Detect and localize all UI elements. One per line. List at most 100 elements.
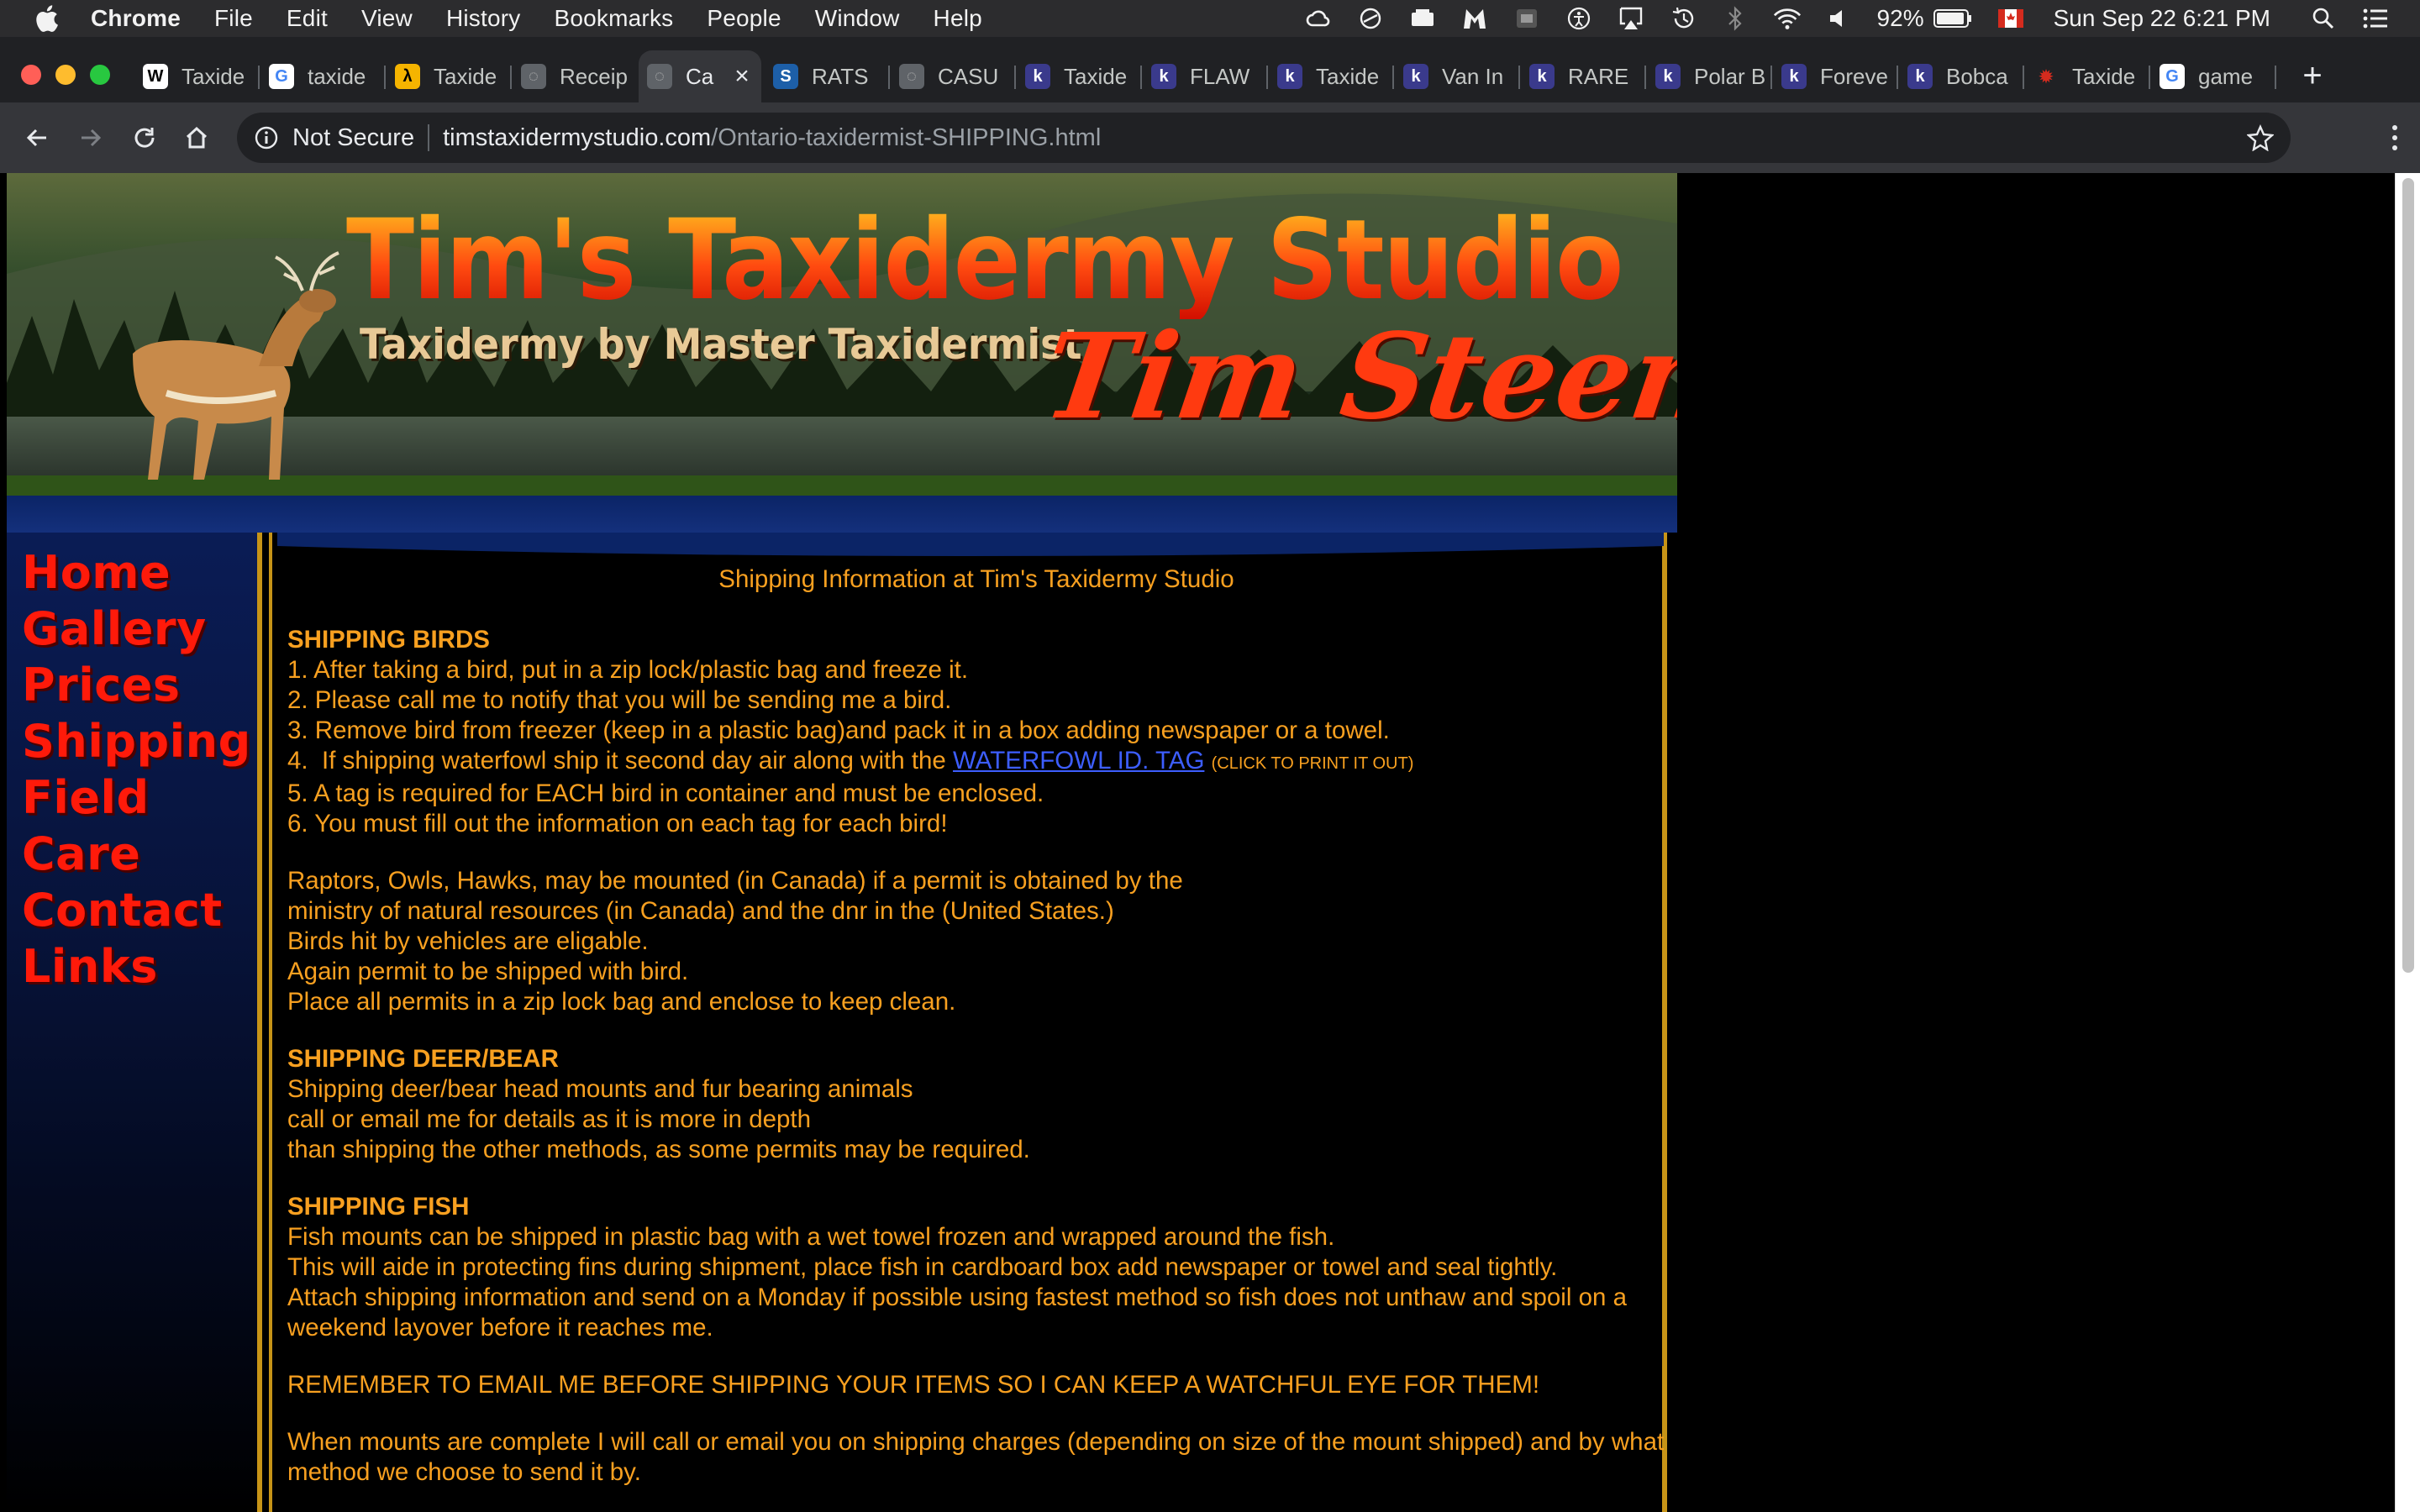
tab-separator (1897, 66, 1898, 89)
tab-separator (2023, 66, 2024, 89)
zoom-window-button[interactable] (90, 65, 110, 85)
browser-tab[interactable]: k Taxide (1269, 50, 1392, 102)
menu-window[interactable]: Window (815, 5, 900, 32)
browser-tab[interactable]: λ Taxide (387, 50, 509, 102)
menu-file[interactable]: File (214, 5, 253, 32)
raptors-line-4: Again permit to be shipped with bird. (287, 958, 689, 985)
tab-separator (1140, 66, 1142, 89)
site-info-icon[interactable] (254, 125, 279, 150)
browser-tab[interactable]: ◌ Receip (513, 50, 635, 102)
tab-separator (1644, 66, 1646, 89)
creative-cloud-icon[interactable] (1304, 6, 1333, 31)
menu-edit[interactable]: Edit (287, 5, 328, 32)
browser-tab[interactable]: k Foreve (1773, 50, 1896, 102)
minimize-window-button[interactable] (55, 65, 76, 85)
tab-separator (258, 66, 260, 89)
tab-separator (888, 66, 890, 89)
canada-flag-icon[interactable] (1996, 6, 2025, 31)
volume-icon[interactable] (1825, 6, 1854, 31)
raptors-line-1: Raptors, Owls, Hawks, may be mounted (in… (287, 867, 1183, 895)
browser-tab[interactable]: k RARE (1521, 50, 1644, 102)
browser-tab[interactable]: k Taxide (1017, 50, 1139, 102)
kijiji-icon: k (1655, 64, 1681, 89)
nav-link-contact[interactable]: Contact (7, 882, 259, 938)
deer-line-2: call or email me for details as it is mo… (287, 1105, 812, 1133)
bird-step-4-text: 4. If shipping waterfowl ship it second … (287, 747, 954, 774)
menu-help[interactable]: Help (934, 5, 982, 32)
address-divider (428, 124, 430, 151)
back-button[interactable] (18, 119, 55, 156)
airplay-icon[interactable] (1617, 6, 1645, 31)
notification-center-icon[interactable] (2361, 6, 2390, 31)
nav-link-home[interactable]: Home (7, 544, 259, 601)
bluetooth-icon[interactable] (1721, 6, 1749, 31)
yellow-favicon: λ (395, 64, 420, 89)
time-machine-icon[interactable] (1669, 6, 1697, 31)
drive-icon[interactable] (1408, 6, 1437, 31)
wifi-icon[interactable] (1773, 6, 1802, 31)
browser-tab[interactable]: k Polar B (1647, 50, 1770, 102)
menu-bookmarks[interactable]: Bookmarks (555, 5, 674, 32)
nav-link-shipping[interactable]: Shipping (7, 713, 259, 769)
bookmark-star-icon[interactable] (2247, 124, 2274, 151)
tab-label: FLAW (1190, 63, 1250, 89)
tab-separator (1014, 66, 1016, 89)
tab-label: Bobca (1946, 63, 2008, 89)
browser-tab[interactable]: ◌ Ca × (639, 50, 761, 102)
page-scrollbar-thumb[interactable] (2402, 178, 2414, 973)
security-status-label[interactable]: Not Secure (292, 124, 414, 152)
accessibility-icon[interactable] (1565, 6, 1593, 31)
browser-tab[interactable]: k FLAW (1143, 50, 1265, 102)
screen-icon[interactable] (1512, 6, 1541, 31)
battery-icon[interactable] (1933, 6, 1973, 31)
reload-button[interactable] (126, 119, 163, 156)
nav-link-gallery[interactable]: Gallery (7, 601, 259, 657)
menubar-clock[interactable]: Sun Sep 22 6:21 PM (2054, 5, 2270, 32)
tab-separator (1266, 66, 1268, 89)
raptors-line-2: ministry of natural resources (in Canada… (287, 897, 1114, 925)
nav-link-links[interactable]: Links (7, 938, 259, 995)
home-button[interactable] (178, 119, 215, 156)
completion-note: When mounts are complete I will call or … (287, 1428, 1665, 1486)
close-tab-icon[interactable]: × (729, 62, 755, 91)
browser-tab[interactable]: ✹ Taxide (2025, 50, 2148, 102)
forward-button[interactable] (72, 119, 109, 156)
spotlight-icon[interactable] (2309, 6, 2338, 31)
raptors-line-3: Birds hit by vehicles are eligable. (287, 927, 649, 955)
kijiji-icon: k (1403, 64, 1428, 89)
apple-logo-icon[interactable] (34, 4, 59, 33)
browser-tab[interactable]: k Bobca (1899, 50, 2022, 102)
new-tab-button[interactable]: + (2296, 59, 2329, 94)
browser-tab[interactable]: Gtaxide (260, 50, 383, 102)
nav-link-field-care[interactable]: Field Care (7, 769, 259, 882)
sync-icon[interactable] (1356, 6, 1385, 31)
menu-extras: 92% Sun Sep 22 6:21 PM (1281, 0, 2390, 37)
tab-separator (2149, 66, 2150, 89)
banner-signature: Tim Steen (1035, 308, 1677, 446)
close-window-button[interactable] (21, 65, 41, 85)
maple-leaf-icon: ✹ (2039, 67, 2054, 87)
browser-tab[interactable]: ◌ CASU (891, 50, 1013, 102)
tab-label: taxide (308, 63, 366, 89)
banner-blue-bar (7, 496, 1677, 533)
tab-label: Polar B (1694, 63, 1766, 89)
address-bar[interactable]: Not Secure timstaxidermystudio.com/Ontar… (237, 113, 2291, 163)
menu-people[interactable]: People (707, 5, 781, 32)
page-title: Shipping Information at Tim's Taxidermy … (718, 565, 1234, 593)
browser-tab[interactable]: Ggame (2151, 50, 2274, 102)
nav-link-prices[interactable]: Prices (7, 657, 259, 713)
tab-label: Taxide (1064, 63, 1128, 89)
browser-tab[interactable]: k Van In (1395, 50, 1518, 102)
malwarebytes-icon[interactable] (1460, 6, 1489, 31)
browser-tab[interactable]: S RATS (765, 50, 887, 102)
deer-line-1: Shipping deer/bear head mounts and fur b… (287, 1075, 913, 1103)
chrome-menu-icon[interactable] (2386, 123, 2403, 153)
google-icon: G (269, 64, 294, 89)
menu-history[interactable]: History (446, 5, 521, 32)
waterfowl-tag-link[interactable]: WATERFOWL ID. TAG (953, 747, 1204, 774)
kijiji-icon: k (1781, 64, 1807, 89)
menu-view[interactable]: View (361, 5, 413, 32)
browser-tab[interactable]: W Taxide (134, 50, 257, 102)
menu-chrome[interactable]: Chrome (91, 5, 181, 32)
fish-line-2: This will aide in protecting fins during… (287, 1253, 1558, 1281)
